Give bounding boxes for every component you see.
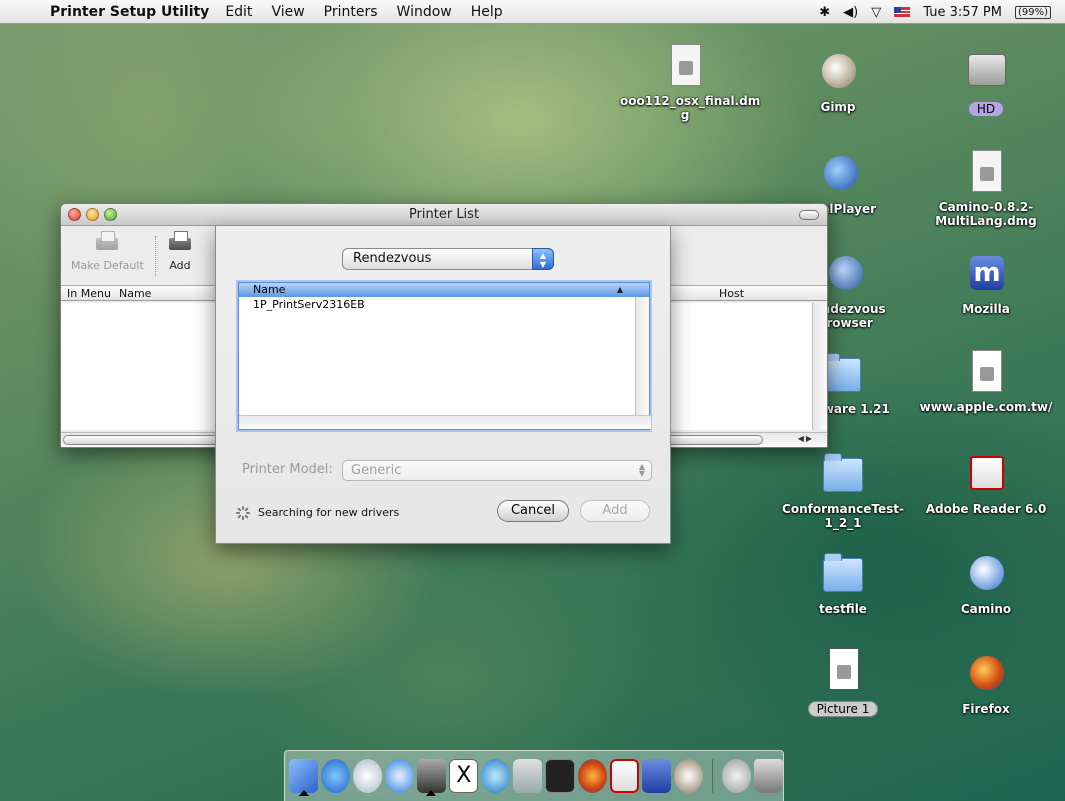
table-vertical-scrollbar[interactable] (635, 297, 649, 415)
menu-printers[interactable]: Printers (324, 4, 378, 20)
column-name[interactable]: Name (119, 286, 151, 301)
running-indicator (299, 790, 309, 796)
battery-indicator[interactable]: (99%) (1014, 5, 1051, 19)
popup-arrows-icon: ▲ ▼ (638, 462, 645, 478)
menu-edit[interactable]: Edit (225, 4, 252, 20)
cancel-button[interactable]: Cancel (497, 500, 569, 522)
app-menu[interactable]: Printer Setup Utility (50, 4, 209, 20)
desktop-icon-firefox[interactable]: Firefox (921, 652, 1051, 716)
desktop-icon-testfile-folder[interactable]: testfile (778, 552, 908, 616)
finder-icon[interactable] (289, 759, 319, 793)
hard-disk-icon (962, 48, 1010, 94)
folder-icon (819, 452, 867, 498)
desktop-icon-adobe-reader[interactable]: Adobe Reader 6.0 (921, 452, 1051, 516)
mail-icon[interactable] (353, 759, 383, 793)
input-flag-icon[interactable] (894, 7, 911, 17)
desktop-icon-picture-1[interactable]: Picture 1 (778, 648, 908, 717)
safari-icon[interactable] (385, 759, 415, 793)
zoom-window-icon[interactable] (104, 208, 117, 221)
gimp-icon (814, 50, 862, 96)
table-row[interactable]: 1P_PrintServ2316EB (239, 297, 649, 313)
desktop-icon-ooo-dmg[interactable]: ooo112_osx_final.dm g (620, 44, 760, 122)
web-location-icon (962, 350, 1010, 396)
running-indicator (426, 790, 436, 796)
mozilla-icon: m (962, 252, 1010, 298)
dock-separator (711, 759, 713, 793)
desktop-icon-mozilla[interactable]: m Mozilla (921, 252, 1051, 316)
airport-icon[interactable]: ▽ (871, 5, 881, 20)
disk-image-icon (962, 150, 1010, 196)
quicktime-icon[interactable] (481, 759, 511, 793)
camino-icon (962, 552, 1010, 598)
popup-arrows-icon: ▲ ▼ (532, 248, 554, 270)
dock: X (284, 750, 784, 801)
terminal-icon[interactable] (545, 759, 575, 793)
url-icon[interactable] (721, 759, 751, 793)
connection-type-popup[interactable]: Rendezvous ▲ ▼ (342, 248, 554, 270)
add-printer-icon (166, 230, 194, 256)
minimize-window-icon[interactable] (86, 208, 99, 221)
firefox-icon (962, 652, 1010, 698)
menu-bar: Printer Setup Utility Edit View Printers… (0, 0, 1065, 24)
desktop-icon-hd[interactable]: HD (921, 48, 1051, 117)
menu-window[interactable]: Window (397, 4, 452, 20)
close-window-icon[interactable] (68, 208, 81, 221)
menu-view[interactable]: View (271, 4, 304, 20)
status-text: Searching for new drivers (258, 506, 400, 519)
desktop-icon-apple-tw-location[interactable]: www.apple.com.tw/ (912, 350, 1060, 414)
printer-model-label: Printer Model: (242, 462, 333, 477)
trash-icon[interactable] (753, 759, 783, 793)
toolbar-toggle-button[interactable] (799, 210, 819, 220)
menu-help[interactable]: Help (471, 4, 503, 20)
printer-icon (93, 230, 121, 256)
printer-setup-icon[interactable] (417, 759, 447, 793)
adobe-reader-icon[interactable] (609, 759, 639, 793)
internet-explorer-icon[interactable] (321, 759, 351, 793)
x11-icon[interactable]: X (449, 759, 479, 793)
make-default-button[interactable]: Make Default (71, 230, 144, 272)
realplayer-icon (816, 152, 864, 198)
window-title: Printer List (408, 207, 480, 222)
add-printer-sheet: Rendezvous ▲ ▼ Name ▲ 1P_PrintServ2316EB … (215, 226, 671, 544)
iphoto-icon[interactable] (513, 759, 543, 793)
bluetooth-icon[interactable]: ✱ (819, 5, 830, 20)
scroll-arrows[interactable]: ◀ ▶ (798, 434, 812, 443)
progress-spinner-icon (236, 506, 250, 520)
vertical-scrollbar[interactable] (812, 303, 827, 430)
add-printer-button[interactable]: Add (166, 230, 194, 272)
sort-ascending-icon: ▲ (616, 285, 623, 294)
desktop-icon-camino-dmg[interactable]: Camino-0.8.2-MultiLang.dmg (921, 150, 1051, 228)
desktop-icon-conformancetest-folder[interactable]: ConformanceTest-1_2_1 (778, 452, 908, 530)
column-in-menu[interactable]: In Menu (67, 286, 111, 301)
column-host[interactable]: Host (719, 286, 744, 301)
pdf-icon (819, 648, 867, 694)
printer-browser-table[interactable]: Name ▲ 1P_PrintServ2316EB (238, 282, 651, 430)
volume-icon[interactable]: ◀) (843, 5, 858, 20)
desktop-icon-gimp[interactable]: Gimp (773, 50, 903, 114)
window-titlebar[interactable]: Printer List (61, 204, 827, 226)
rendezvous-browser-icon (821, 252, 869, 298)
folder-icon (819, 552, 867, 598)
firefox-icon[interactable] (577, 759, 607, 793)
mozilla-icon[interactable] (641, 759, 671, 793)
table-horizontal-scrollbar[interactable] (239, 415, 651, 429)
printer-model-popup[interactable]: Generic ▲ ▼ (342, 460, 652, 481)
table-header-name[interactable]: Name ▲ (239, 283, 649, 297)
adobe-reader-icon (962, 452, 1010, 498)
add-button[interactable]: Add (580, 500, 650, 522)
gimp-icon[interactable] (673, 759, 703, 793)
disk-image-icon (661, 44, 709, 90)
clock[interactable]: Tue 3:57 PM (923, 5, 1002, 20)
desktop-icon-camino[interactable]: Camino (921, 552, 1051, 616)
toolbar-separator (155, 236, 156, 276)
